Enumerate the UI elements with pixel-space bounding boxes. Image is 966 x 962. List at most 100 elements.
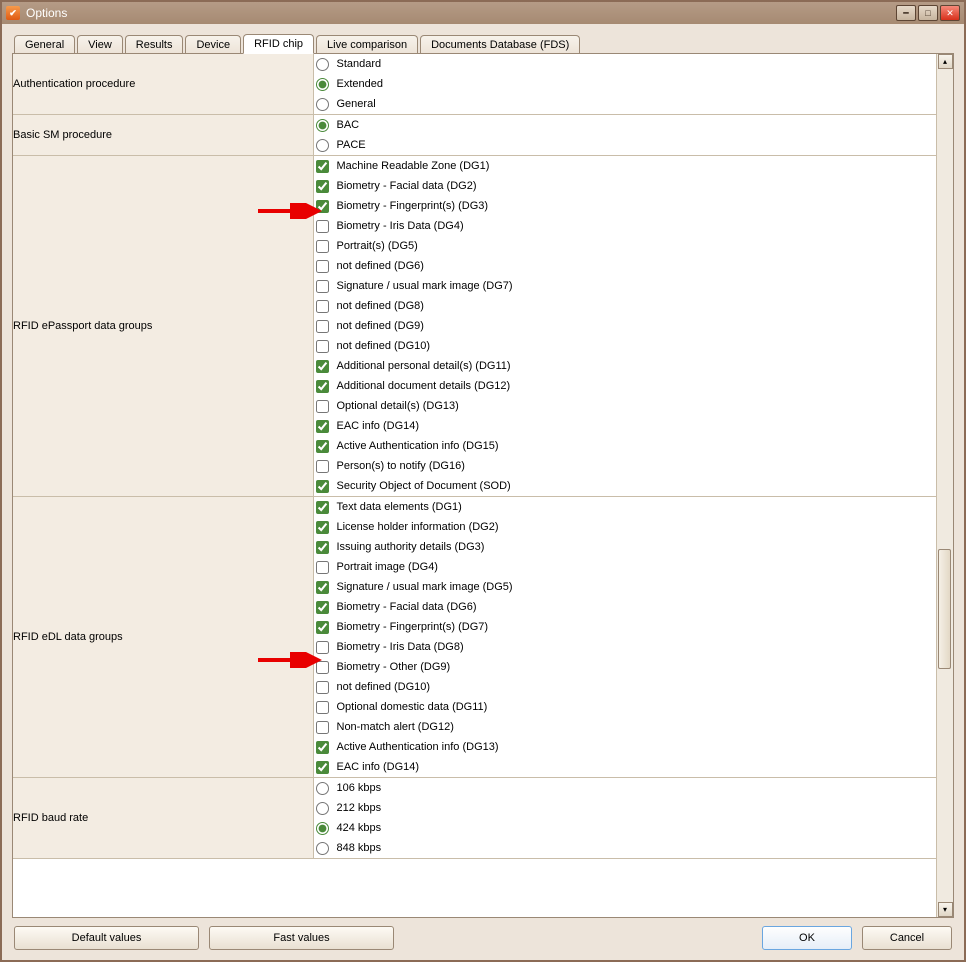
basic-sm-radio-label-0: BAC [337, 119, 360, 131]
epassport-item-11: Additional document details (DG12) [314, 376, 937, 396]
tab-general[interactable]: General [14, 35, 75, 55]
baud-radio-label-2: 424 kbps [337, 822, 382, 834]
edl-item-3: Portrait image (DG4) [314, 557, 937, 577]
client-area: GeneralViewResultsDeviceRFID chipLive co… [2, 24, 964, 960]
row-basic-sm: Basic SM procedure BACPACE [13, 115, 936, 156]
baud-option-0: 106 kbps [314, 778, 937, 798]
baud-radio-label-1: 212 kbps [337, 802, 382, 814]
epassport-checkbox-label-13: EAC info (DG14) [337, 420, 420, 432]
epassport-checkbox-2[interactable] [316, 200, 329, 213]
epassport-checkbox-label-12: Optional detail(s) (DG13) [337, 400, 459, 412]
edl-checkbox-label-2: Issuing authority details (DG3) [337, 541, 485, 553]
value-epassport: Machine Readable Zone (DG1)Biometry - Fa… [313, 156, 936, 497]
edl-checkbox-label-9: not defined (DG10) [337, 681, 431, 693]
edl-checkbox-6[interactable] [316, 621, 329, 634]
epassport-checkbox-7[interactable] [316, 300, 329, 313]
epassport-checkbox-16[interactable] [316, 480, 329, 493]
edl-checkbox-label-6: Biometry - Fingerprint(s) (DG7) [337, 621, 489, 633]
epassport-checkbox-14[interactable] [316, 440, 329, 453]
baud-radio-2[interactable] [316, 822, 329, 835]
auth-proc-radio-1[interactable] [316, 78, 329, 91]
edl-checkbox-7[interactable] [316, 641, 329, 654]
tab-strip: GeneralViewResultsDeviceRFID chipLive co… [12, 34, 954, 54]
close-button[interactable]: ✕ [940, 5, 960, 21]
basic-sm-option-1: PACE [314, 135, 937, 155]
epassport-checkbox-11[interactable] [316, 380, 329, 393]
tab-view[interactable]: View [77, 35, 123, 55]
basic-sm-radio-0[interactable] [316, 119, 329, 132]
baud-radio-1[interactable] [316, 802, 329, 815]
epassport-checkbox-5[interactable] [316, 260, 329, 273]
tab-live-comparison[interactable]: Live comparison [316, 35, 418, 55]
minimize-button[interactable]: ━ [896, 5, 916, 21]
edl-checkbox-11[interactable] [316, 721, 329, 734]
epassport-checkbox-9[interactable] [316, 340, 329, 353]
epassport-checkbox-8[interactable] [316, 320, 329, 333]
scroll-up-button[interactable]: ▴ [938, 54, 953, 69]
edl-checkbox-label-10: Optional domestic data (DG11) [337, 701, 488, 713]
vertical-scrollbar[interactable]: ▴ ▾ [936, 54, 953, 917]
epassport-checkbox-label-3: Biometry - Iris Data (DG4) [337, 220, 464, 232]
tab-documents-database-fds-[interactable]: Documents Database (FDS) [420, 35, 580, 55]
edl-checkbox-13[interactable] [316, 761, 329, 774]
edl-checkbox-12[interactable] [316, 741, 329, 754]
epassport-checkbox-10[interactable] [316, 360, 329, 373]
edl-checkbox-0[interactable] [316, 501, 329, 514]
epassport-checkbox-label-6: Signature / usual mark image (DG7) [337, 280, 513, 292]
row-epassport: RFID ePassport data groups Machine Reada… [13, 156, 936, 497]
epassport-item-14: Active Authentication info (DG15) [314, 436, 937, 456]
cancel-button[interactable]: Cancel [862, 926, 952, 950]
baud-radio-0[interactable] [316, 782, 329, 795]
edl-checkbox-label-13: EAC info (DG14) [337, 761, 420, 773]
window-title: Options [26, 6, 896, 20]
epassport-checkbox-label-0: Machine Readable Zone (DG1) [337, 160, 490, 172]
epassport-checkbox-label-15: Person(s) to notify (DG16) [337, 460, 465, 472]
edl-checkbox-2[interactable] [316, 541, 329, 554]
baud-radio-label-0: 106 kbps [337, 782, 382, 794]
scroll-track[interactable] [938, 69, 953, 902]
fast-values-button[interactable]: Fast values [209, 926, 394, 950]
tab-device[interactable]: Device [185, 35, 241, 55]
default-values-button[interactable]: Default values [14, 926, 199, 950]
row-baud: RFID baud rate 106 kbps212 kbps424 kbps8… [13, 778, 936, 859]
tab-rfid-chip[interactable]: RFID chip [243, 34, 314, 54]
epassport-checkbox-1[interactable] [316, 180, 329, 193]
epassport-item-16: Security Object of Document (SOD) [314, 476, 937, 496]
epassport-checkbox-6[interactable] [316, 280, 329, 293]
edl-checkbox-3[interactable] [316, 561, 329, 574]
tab-results[interactable]: Results [125, 35, 184, 55]
options-window: ✔ Options ━ □ ✕ GeneralViewResultsDevice… [0, 0, 966, 962]
basic-sm-radio-1[interactable] [316, 139, 329, 152]
value-auth-proc: StandardExtendedGeneral [313, 54, 936, 115]
edl-checkbox-1[interactable] [316, 521, 329, 534]
epassport-item-12: Optional detail(s) (DG13) [314, 396, 937, 416]
footer: Default values Fast values OK Cancel [12, 918, 954, 952]
epassport-checkbox-3[interactable] [316, 220, 329, 233]
auth-proc-radio-0[interactable] [316, 58, 329, 71]
baud-radio-3[interactable] [316, 842, 329, 855]
basic-sm-radio-label-1: PACE [337, 139, 366, 151]
epassport-item-7: not defined (DG8) [314, 296, 937, 316]
edl-checkbox-8[interactable] [316, 661, 329, 674]
edl-checkbox-label-11: Non-match alert (DG12) [337, 721, 454, 733]
label-epassport: RFID ePassport data groups [13, 156, 313, 497]
epassport-checkbox-12[interactable] [316, 400, 329, 413]
ok-button[interactable]: OK [762, 926, 852, 950]
scroll-down-button[interactable]: ▾ [938, 902, 953, 917]
epassport-checkbox-4[interactable] [316, 240, 329, 253]
epassport-checkbox-15[interactable] [316, 460, 329, 473]
edl-checkbox-5[interactable] [316, 601, 329, 614]
edl-checkbox-label-1: License holder information (DG2) [337, 521, 499, 533]
auth-proc-radio-2[interactable] [316, 98, 329, 111]
epassport-checkbox-13[interactable] [316, 420, 329, 433]
edl-checkbox-9[interactable] [316, 681, 329, 694]
edl-item-7: Biometry - Iris Data (DG8) [314, 637, 937, 657]
edl-checkbox-10[interactable] [316, 701, 329, 714]
epassport-item-8: not defined (DG9) [314, 316, 937, 336]
maximize-button[interactable]: □ [918, 5, 938, 21]
edl-checkbox-label-4: Signature / usual mark image (DG5) [337, 581, 513, 593]
scroll-thumb[interactable] [938, 549, 951, 669]
epassport-checkbox-label-9: not defined (DG10) [337, 340, 431, 352]
epassport-checkbox-0[interactable] [316, 160, 329, 173]
edl-checkbox-4[interactable] [316, 581, 329, 594]
